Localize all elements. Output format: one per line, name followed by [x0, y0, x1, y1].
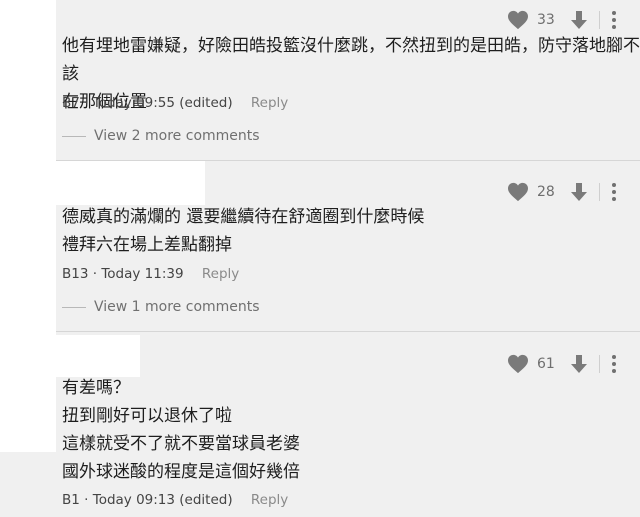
meta-dot: · [84, 492, 93, 508]
like-count: 33 [537, 12, 555, 28]
comment-item: 33 他有埋地雷嫌疑，好險田皓投籃沒什麼跳，不然扭到的是田皓，防守落地腳不該 在… [56, 0, 640, 160]
comment-item: 28 德威真的滿爛的 還要繼續待在舒適圈到什麼時候 禮拜六在場上差點翻掉 B13… [56, 161, 640, 331]
comment-line: 禮拜六在場上差點翻掉 [62, 235, 232, 255]
more-vertical-icon[interactable] [612, 11, 616, 29]
view-more-comments[interactable]: View 1 more comments [62, 299, 260, 315]
divider-vertical [599, 183, 600, 201]
divider-vertical [599, 11, 600, 29]
reply-link[interactable]: Reply [251, 95, 288, 111]
timestamp: Today 11:39 [101, 266, 184, 282]
timestamp: Today 09:13 (edited) [92, 492, 233, 508]
heart-icon[interactable] [507, 10, 529, 30]
comment-line: 德威真的滿爛的 還要繼續待在舒適圈到什麼時候 [62, 207, 425, 227]
down-arrow-icon[interactable] [569, 182, 589, 202]
comment-meta: B7 · Today 09:55 (edited) Reply [62, 95, 288, 111]
more-vertical-icon[interactable] [612, 355, 616, 373]
comment-line: 有差嗎？ [62, 378, 130, 398]
view-more-label: View 2 more comments [94, 128, 260, 144]
view-more-label: View 1 more comments [94, 299, 260, 315]
comment-line: 這樣就受不了就不要當球員老婆 [62, 434, 300, 454]
comment-meta: B1 · Today 09:13 (edited) Reply [62, 492, 288, 508]
floor-number: B13 [62, 266, 89, 282]
comment-text: 有差嗎？ 扭到剛好可以退休了啦 這樣就受不了就不要當球員老婆 國外球迷酸的程度是… [62, 374, 300, 486]
divider-vertical [599, 355, 600, 373]
comment-text: 德威真的滿爛的 還要繼續待在舒適圈到什麼時候 禮拜六在場上差點翻掉 [62, 203, 424, 259]
timestamp: Today 09:55 (edited) [92, 95, 233, 111]
more-vertical-icon[interactable] [612, 183, 616, 201]
margin-block [0, 0, 56, 160]
heart-icon[interactable] [507, 354, 529, 374]
floor-number: B1 [62, 492, 80, 508]
floor-number: B7 [62, 95, 80, 111]
view-more-comments[interactable]: View 2 more comments [62, 128, 260, 144]
comment-meta: B13 · Today 11:39 Reply [62, 266, 239, 282]
reply-link[interactable]: Reply [202, 266, 239, 282]
margin-block [0, 205, 56, 335]
thread-line [62, 306, 86, 308]
like-count: 28 [537, 184, 555, 200]
heart-icon[interactable] [507, 182, 529, 202]
margin-block [0, 377, 56, 452]
comment-actions: 28 [507, 182, 616, 202]
comment-line: 國外球迷酸的程度是這個好幾倍 [62, 462, 300, 482]
comment-line: 他有埋地雷嫌疑，好險田皓投籃沒什麼跳，不然扭到的是田皓，防守落地腳不該 [62, 36, 640, 84]
comment-item: 61 有差嗎？ 扭到剛好可以退休了啦 這樣就受不了就不要當球員老婆 國外球迷酸的… [56, 332, 640, 517]
thread-line [62, 135, 86, 137]
like-count: 61 [537, 356, 555, 372]
meta-dot: · [84, 95, 93, 111]
reply-link[interactable]: Reply [251, 492, 288, 508]
comment-actions: 33 [507, 10, 616, 30]
down-arrow-icon[interactable] [569, 354, 589, 374]
down-arrow-icon[interactable] [569, 10, 589, 30]
comment-actions: 61 [507, 354, 616, 374]
comment-line: 扭到剛好可以退休了啦 [62, 406, 232, 426]
